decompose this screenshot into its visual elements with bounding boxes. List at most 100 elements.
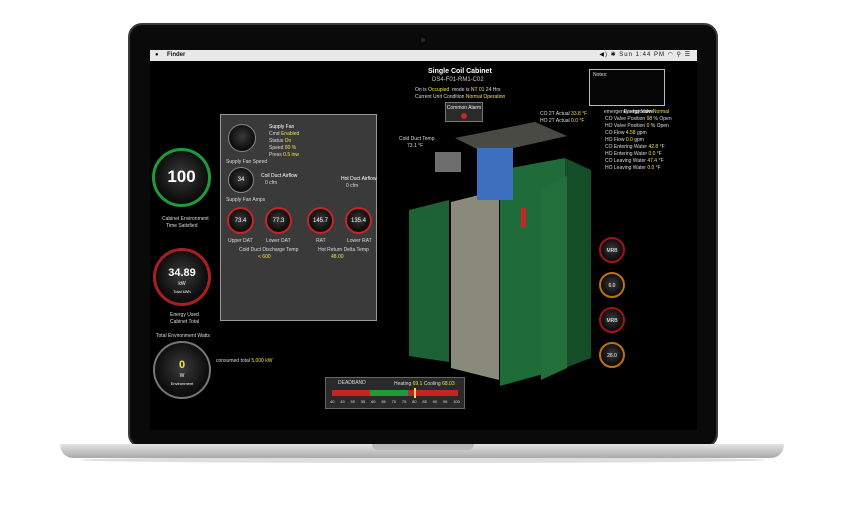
- co2-actual: CO 2T Actual 33.8 °F: [540, 111, 588, 117]
- temp-gauge-1: 77.3: [265, 207, 292, 234]
- page-title: Single Coil Cabinet: [428, 68, 492, 75]
- notes-box[interactable]: Notes:: [589, 69, 665, 106]
- scale-tick-9: 85: [422, 399, 427, 404]
- scale-tick-1: 45: [340, 399, 345, 404]
- alarm-label: Common Alarm: [446, 105, 482, 111]
- cabinet-right-door: [541, 176, 567, 380]
- cabinet-body-side: [565, 158, 591, 368]
- camera-icon: [421, 38, 425, 42]
- cabinet-blower: [435, 152, 461, 172]
- heating-cooling-values: Heating 69.1 Cooling 68.03: [394, 381, 455, 387]
- env-watts-inner-label: Environment: [170, 381, 194, 386]
- env-watts-unit: W: [179, 373, 185, 379]
- setpoint-marker[interactable]: [413, 388, 416, 398]
- energy-label: Energy Used: [170, 312, 199, 318]
- energy-value: 34.89: [168, 267, 196, 279]
- coil-duct-gauge-value: 34: [237, 177, 245, 183]
- heating-zone: [332, 390, 370, 396]
- temp-gauge-3: 135.4: [345, 207, 372, 234]
- energy-used-gauge: 34.89 kW Total kWh: [153, 248, 211, 306]
- scale-tick-10: 90: [432, 399, 438, 404]
- temp-gauge-3-value: 135.4: [350, 218, 366, 224]
- right-gauge-1-value: 6.0: [608, 283, 616, 289]
- cabinet-environment-gauge: 100: [152, 148, 211, 207]
- scale-ticks: 40 45 50 55 60 65 70 75 80 85 90 95 100: [330, 399, 460, 406]
- cold-setpoint-label: Cold Duct Discharge Temp: [239, 247, 299, 253]
- right-gauge-1[interactable]: 6.0: [599, 272, 625, 298]
- cabinet-env-label: Cabinet Environment: [162, 216, 209, 222]
- scale-tick-0: 40: [330, 399, 335, 404]
- energy-valve-row-5: HO Entering Water 0.0 °F: [605, 151, 662, 157]
- condition-line: Current Unit Condition Normal Operation: [415, 94, 506, 100]
- supply-fan-row-2: Speed 80 %: [269, 145, 297, 151]
- right-gauge-0-value: MRB: [606, 248, 618, 254]
- supply-fan-row-3: Press 0.5 inw: [269, 152, 300, 158]
- scale-tick-4: 60: [371, 399, 376, 404]
- env-watts-title: Total Environment Watts: [156, 333, 211, 339]
- status-line: On is Occupied mode is NT 01 24 Hrs: [415, 87, 501, 93]
- temp-label-0: Upper DAT: [228, 238, 253, 244]
- temp-label-2: RAT: [316, 238, 326, 244]
- supply-fan-title: Supply Fan: [269, 124, 295, 130]
- supply-fan-speed-gauge: [228, 124, 256, 152]
- temp-label-3: Lower RAT: [347, 238, 372, 244]
- cabinet-rack-interior: [451, 190, 499, 380]
- right-gauge-0[interactable]: MRB: [599, 237, 625, 263]
- coil-duct-title: Coil Duct Airflow: [261, 173, 298, 179]
- screen: ● Finder ◀) ✱ Sun 1:44 PM ◠ ⚲ ☰ Single C…: [150, 50, 697, 430]
- temp-gauge-0-value: 73.4: [234, 218, 247, 224]
- energy-inner-label: Total kWh: [173, 289, 191, 294]
- cabinet-left-door: [409, 200, 449, 362]
- right-gauge-3-value: 26.0: [607, 353, 617, 359]
- cabinet-env-value: 100: [167, 167, 196, 186]
- menu-bar: ● Finder ◀) ✱ Sun 1:44 PM ◠ ⚲ ☰: [150, 50, 697, 61]
- energy-unit: kW: [178, 281, 186, 287]
- laptop-notch: [372, 444, 474, 450]
- right-gauge-2-value: MRB: [606, 318, 618, 324]
- scale-tick-7: 75: [401, 399, 407, 404]
- cold-duct-temp-label: Cold Duct Temp: [399, 136, 435, 142]
- supply-fan-row-0: Cmd Enabled: [269, 131, 300, 137]
- cabinet-env-sublabel: Time Satisfied: [166, 223, 198, 229]
- scale-tick-3: 55: [360, 399, 366, 404]
- hot-duct-value: 0 cfm: [346, 183, 359, 189]
- scale-tick-8: 80: [412, 399, 417, 404]
- apple-icon[interactable]: ●: [155, 50, 159, 61]
- cold-setpoint-value[interactable]: < 600: [258, 254, 271, 260]
- scale-tick-11: 95: [442, 399, 448, 404]
- coil-duct-gauge: 34: [228, 167, 254, 193]
- scale-tick-2: 50: [350, 399, 355, 404]
- supply-fan-gauge-label: Supply Fan Speed: [226, 159, 268, 165]
- energy-valve-row-1: HO Valve Position 0 % Open: [605, 123, 669, 129]
- hot-setpoint-value[interactable]: 48.00: [331, 254, 344, 260]
- energy-sublabel: Cabinet Total: [170, 319, 200, 325]
- energy-valve-row-0: CO Valve Position 98 % Open: [605, 116, 672, 122]
- cold-duct-temp-value: 73.1 °F: [407, 143, 424, 149]
- menu-app-name[interactable]: Finder: [167, 50, 185, 61]
- right-gauge-2[interactable]: MRB: [599, 307, 625, 333]
- cooling-coil-block: [477, 148, 513, 200]
- fire-extinguisher-icon: [521, 208, 526, 228]
- env-watts-value: 0: [178, 359, 186, 371]
- temp-label-1: Lower DAT: [266, 238, 291, 244]
- temp-gauge-2: 145.7: [307, 207, 334, 234]
- energy-valve-title: Energy Valve: [624, 109, 654, 115]
- hot-duct-title: Hot Duct Airflow: [341, 176, 377, 182]
- energy-valve-row-2: CO Flow 4.58 gpm: [605, 130, 647, 136]
- fan-amps-label: Supply Fan Amps: [226, 197, 266, 203]
- menu-status-items[interactable]: ◀) ✱ Sun 1:44 PM ◠ ⚲ ☰: [599, 50, 691, 61]
- temp-gauge-2-value: 145.7: [312, 218, 328, 224]
- heating-cooling-bar: DEADBAND Heating 69.1 Cooling 68.03 40 45…: [325, 377, 465, 409]
- cabinet-illustration: [409, 122, 591, 386]
- page-subtitle: DS4-F01-RM1-C02: [432, 77, 484, 83]
- supply-panel: Supply Fan Cmd Enabled Status On Speed 8…: [220, 114, 377, 321]
- environment-watts-gauge: 0 W Environment: [153, 341, 211, 399]
- scale-tick-12: 100: [453, 399, 460, 404]
- deadband-label: DEADBAND: [338, 380, 366, 386]
- scale-tick-6: 70: [391, 399, 397, 404]
- scale-tick-5: 65: [381, 399, 386, 404]
- energy-valve-row-7: HO Leaving Water 0.0 °F: [605, 165, 661, 171]
- right-gauge-3[interactable]: 26.0: [599, 342, 625, 368]
- temp-gauge-1-value: 77.3: [272, 218, 285, 224]
- deadband-zone: [370, 390, 408, 396]
